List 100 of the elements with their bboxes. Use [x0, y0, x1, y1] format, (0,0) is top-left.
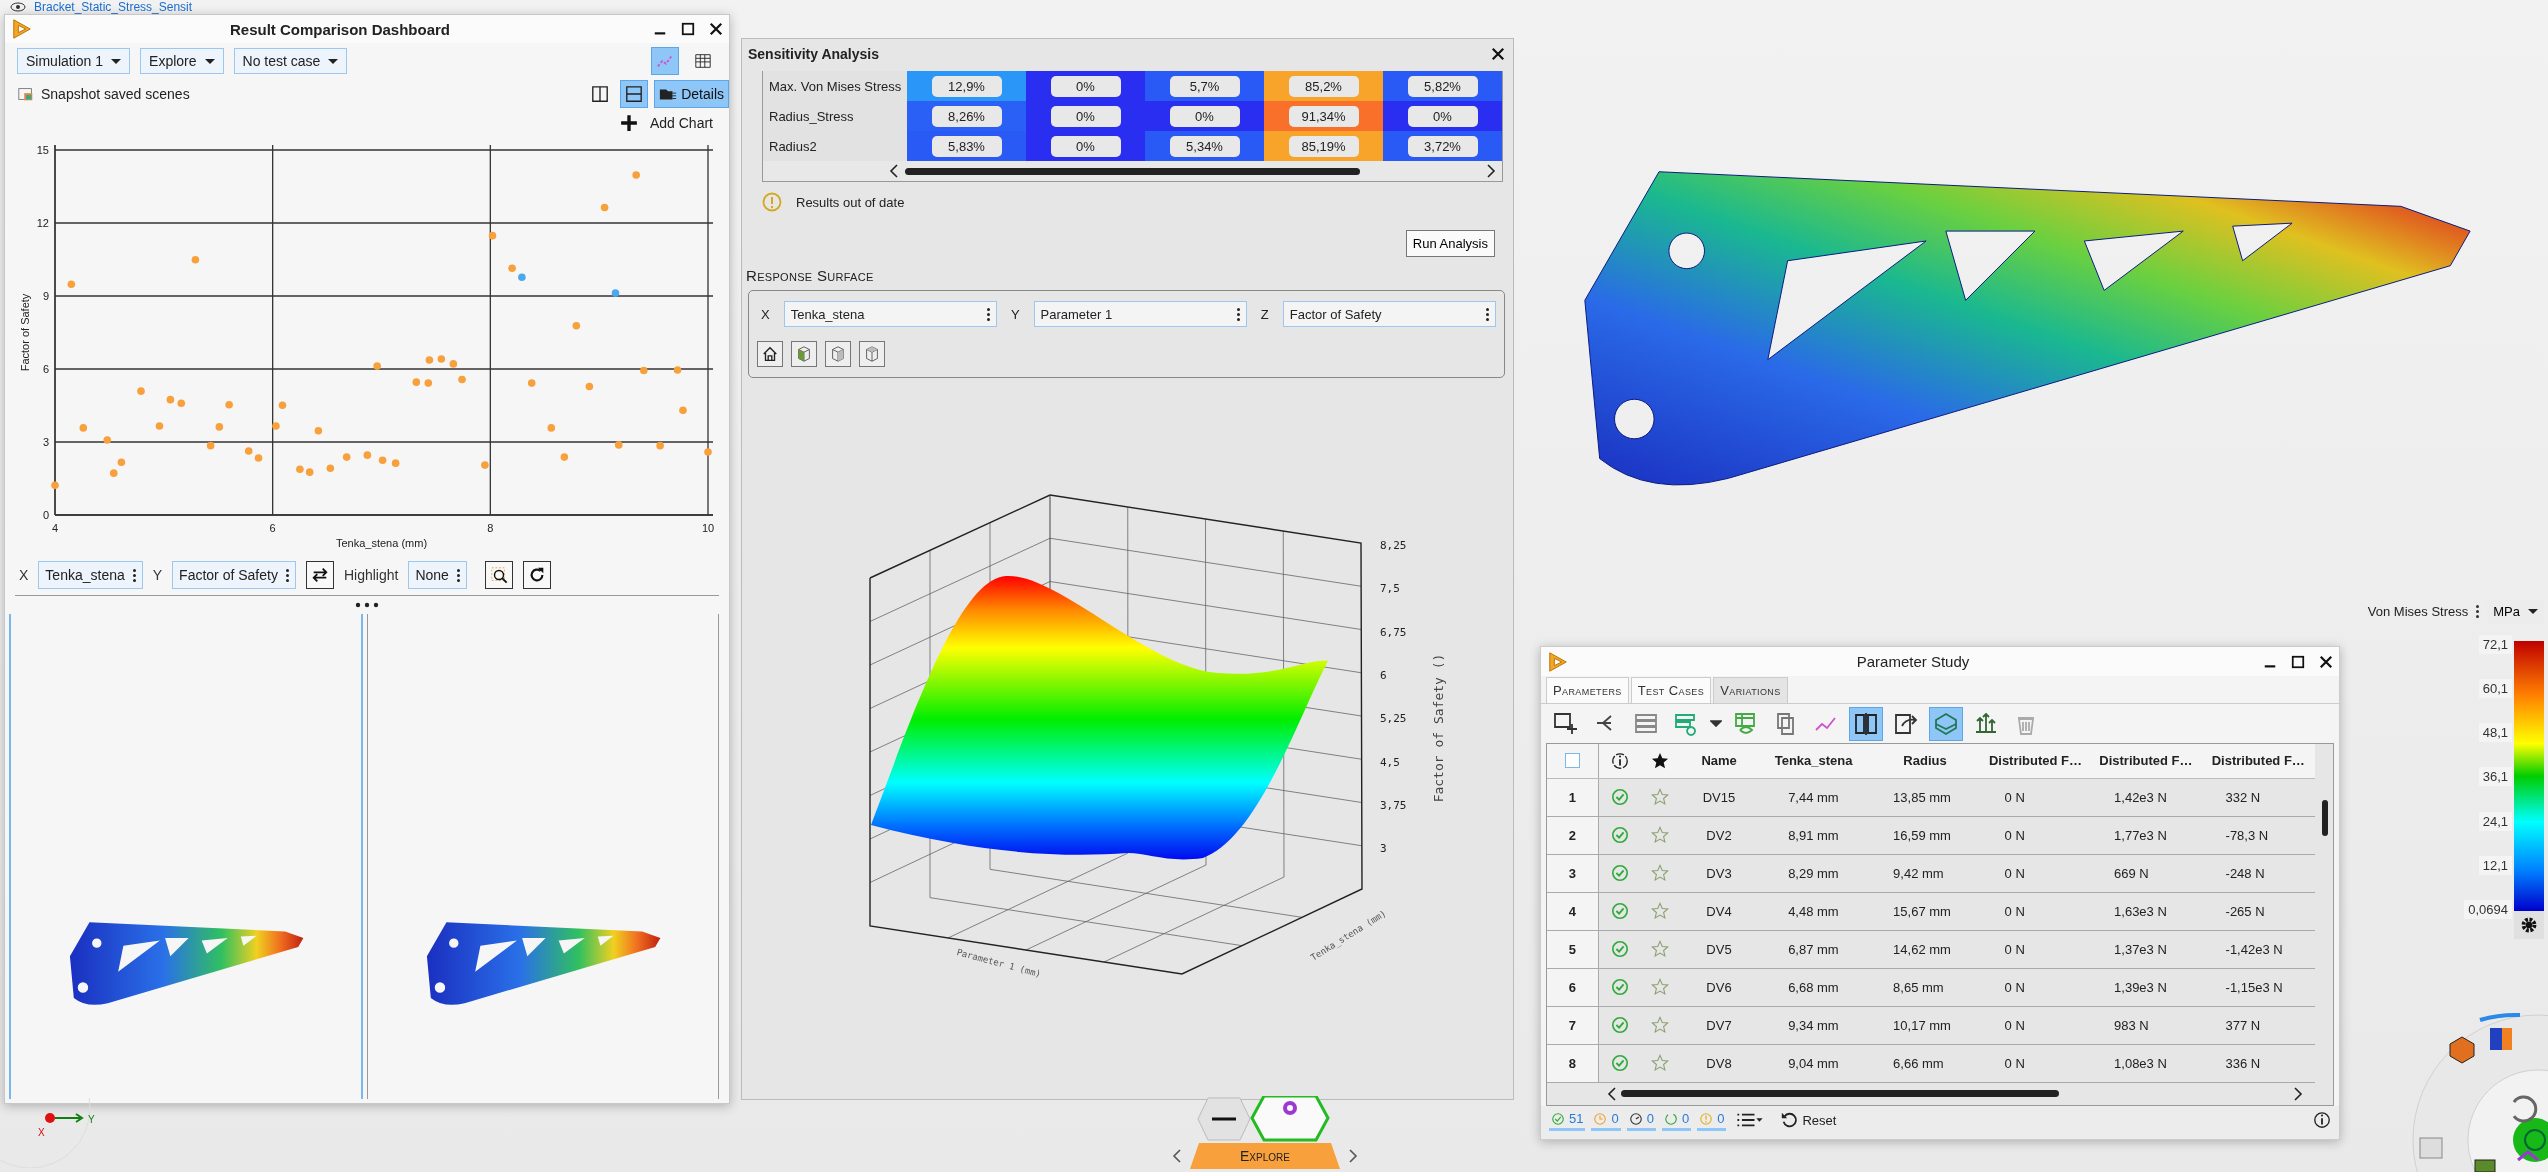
- refresh-button[interactable]: [522, 561, 551, 589]
- y-tick-label: 6: [42, 363, 49, 375]
- logo-icon: [1547, 650, 1569, 673]
- column-header[interactable]: Tenka_stena: [1757, 743, 1870, 778]
- document-tab[interactable]: Bracket_Static_Stress_Sensit: [34, 0, 193, 14]
- clock-filter[interactable]: 0: [1591, 1109, 1621, 1132]
- row-number[interactable]: 8: [1547, 1044, 1599, 1082]
- surface-icon: [1934, 711, 1958, 736]
- axis-label: Y: [1009, 306, 1021, 322]
- panel-title: Sensitivity Analysis: [748, 46, 880, 62]
- star-icon[interactable]: [1651, 788, 1670, 807]
- row-number[interactable]: 1: [1547, 778, 1599, 816]
- cube-side-view-button[interactable]: [825, 341, 851, 367]
- gauge-filter[interactable]: 0: [1626, 1109, 1656, 1132]
- split-button[interactable]: [1849, 706, 1883, 741]
- scrollbar-thumb[interactable]: [1621, 1090, 2059, 1098]
- axis-dropdown[interactable]: Factor of Safety: [1282, 301, 1496, 327]
- cube-top-view-button[interactable]: [859, 341, 885, 367]
- row-number[interactable]: 3: [1547, 854, 1599, 892]
- info-icon[interactable]: [2313, 1111, 2331, 1130]
- axis-dropdown[interactable]: Parameter 1: [1033, 301, 1247, 327]
- resize-handle-icon[interactable]: [355, 602, 379, 608]
- row-number[interactable]: 5: [1547, 930, 1599, 968]
- axis-dropdown[interactable]: Tenka_stena: [783, 301, 997, 327]
- star-icon[interactable]: [1651, 978, 1670, 997]
- dropdown[interactable]: Explore: [140, 48, 224, 74]
- x-tick-label: 10: [701, 522, 715, 534]
- row-number[interactable]: 4: [1547, 892, 1599, 930]
- data-point[interactable]: [206, 441, 215, 450]
- axis-dropdown[interactable]: Factor of Safety: [172, 561, 296, 589]
- previous-mode-icon[interactable]: [1172, 1148, 1182, 1164]
- settings-icon[interactable]: [2514, 911, 2544, 939]
- swap-axes-button[interactable]: [305, 561, 334, 589]
- star-icon[interactable]: [1651, 1054, 1670, 1073]
- star-icon[interactable]: [1651, 826, 1670, 845]
- column-header[interactable]: Distributed F…: [2090, 743, 2202, 778]
- tab[interactable]: Parameters: [1546, 677, 1629, 704]
- details-button[interactable]: Details: [654, 80, 729, 108]
- star-icon[interactable]: [1651, 1016, 1670, 1035]
- run-analysis-button[interactable]: Run Analysis: [1405, 230, 1495, 257]
- table-cell-text: 6,87 mm: [1787, 940, 1840, 959]
- maximize-icon[interactable]: [681, 22, 695, 36]
- next-mode-icon[interactable]: [1348, 1148, 1358, 1164]
- more-icon[interactable]: [2476, 605, 2480, 618]
- dropdown[interactable]: Simulation 1: [17, 48, 131, 74]
- data-point[interactable]: [51, 481, 59, 490]
- select-all-checkbox[interactable]: [1564, 753, 1580, 769]
- close-icon[interactable]: [2319, 654, 2333, 669]
- percentage-value: 3,72%: [1407, 135, 1478, 157]
- axis-dropdown[interactable]: Tenka_stena: [38, 561, 143, 589]
- row-layout-button[interactable]: [620, 80, 649, 108]
- surface-button[interactable]: [1929, 706, 1963, 741]
- star-icon[interactable]: [1651, 940, 1670, 959]
- z-tick-label: 7,5: [1380, 582, 1400, 596]
- cube-front-view-button[interactable]: [791, 341, 817, 367]
- tab[interactable]: Variations: [1713, 677, 1788, 704]
- zoom-button[interactable]: [484, 561, 513, 589]
- warning-filter[interactable]: 0: [1697, 1109, 1727, 1132]
- chart-view-button[interactable]: [651, 47, 679, 75]
- dropdown[interactable]: No test case: [233, 48, 348, 74]
- row-number[interactable]: 7: [1547, 1006, 1599, 1044]
- data-point[interactable]: [611, 289, 620, 297]
- close-icon[interactable]: [709, 22, 723, 36]
- column-header[interactable]: Distributed F…: [2201, 743, 2315, 778]
- data-point[interactable]: [272, 422, 280, 430]
- column-header[interactable]: Radius: [1869, 743, 1981, 778]
- maximize-icon[interactable]: [2291, 654, 2305, 669]
- explore-tab[interactable]: Explore: [1190, 1143, 1340, 1169]
- y-tick-label: 15: [36, 144, 49, 156]
- scroll-right-icon[interactable]: [2293, 1085, 2303, 1102]
- check-circle-filter[interactable]: 51: [1549, 1109, 1586, 1132]
- scroll-left-icon[interactable]: [889, 163, 899, 179]
- axis-dropdown[interactable]: None: [408, 561, 467, 589]
- eye-icon[interactable]: [10, 1, 26, 13]
- row-number[interactable]: 6: [1547, 968, 1599, 1006]
- data-point[interactable]: [673, 366, 682, 374]
- split-icon: [1854, 711, 1878, 736]
- result-type-label[interactable]: Von Mises Stress: [2367, 604, 2469, 619]
- data-point[interactable]: [103, 436, 112, 444]
- add-chart-button[interactable]: Add Chart: [613, 109, 719, 137]
- navigation-wheel-drawing[interactable]: [2410, 1010, 2548, 1172]
- home-view-button[interactable]: [757, 341, 783, 367]
- undo-icon: [1780, 1111, 1799, 1130]
- column-header[interactable]: Name: [1680, 743, 1758, 778]
- star-icon[interactable]: [1651, 902, 1670, 921]
- star-icon[interactable]: [1651, 864, 1670, 883]
- reset-button[interactable]: Reset: [1774, 1110, 1843, 1131]
- scroll-right-icon[interactable]: [1486, 163, 1496, 179]
- camera-scene-icon[interactable]: [17, 85, 35, 103]
- scroll-left-icon[interactable]: [1607, 1085, 1617, 1102]
- column-header[interactable]: Distributed F…: [1980, 743, 2091, 778]
- ring-filter[interactable]: 0: [1661, 1109, 1692, 1132]
- row-number[interactable]: 2: [1547, 816, 1599, 854]
- tab[interactable]: Test Cases: [1630, 677, 1712, 704]
- data-point[interactable]: [373, 362, 381, 370]
- scrollbar-thumb[interactable]: [905, 167, 1360, 175]
- data-point[interactable]: [656, 441, 664, 450]
- snapshot-label[interactable]: Snapshot saved scenes: [41, 86, 190, 102]
- close-icon[interactable]: [1491, 47, 1505, 61]
- data-point[interactable]: [614, 441, 623, 449]
